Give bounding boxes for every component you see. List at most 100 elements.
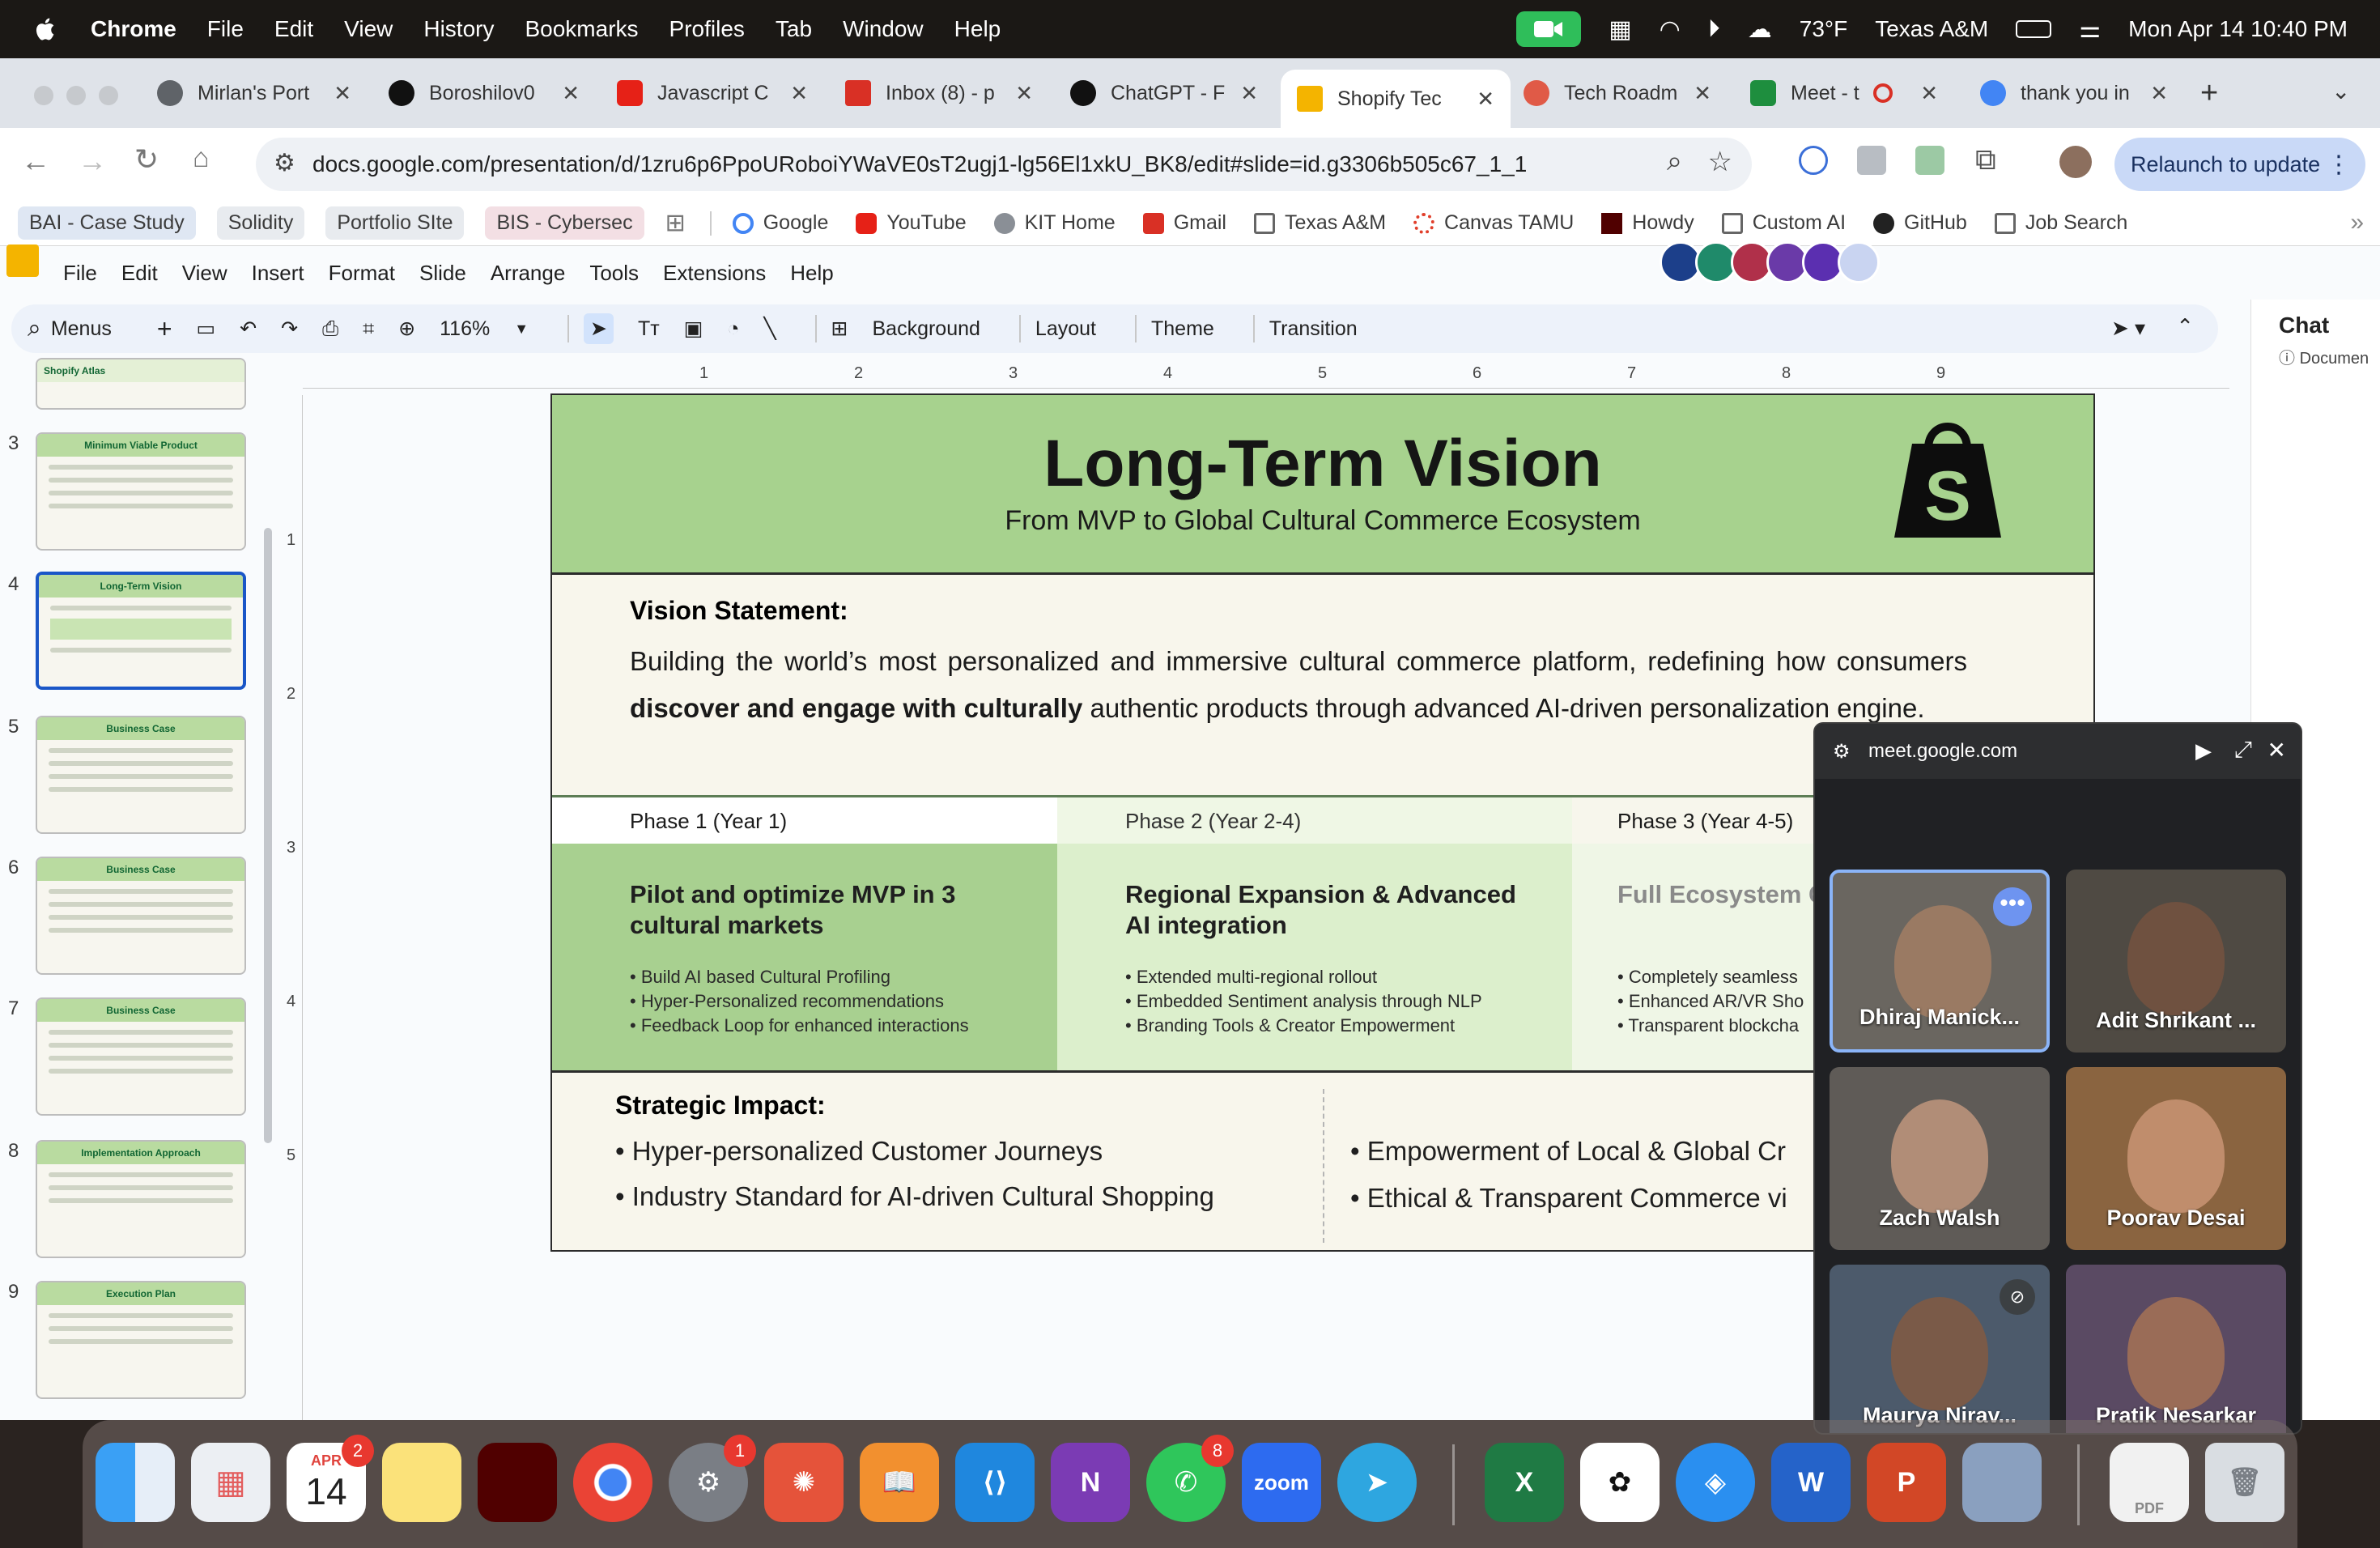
zoom-icon[interactable]: ⊕ [398, 317, 415, 341]
close-tab-icon[interactable]: ✕ [2150, 81, 2168, 106]
bookmark-folder-custom-ai[interactable]: Custom AI [1721, 211, 1846, 235]
slide-thumbnail[interactable]: Business Case [36, 716, 246, 834]
line-icon[interactable]: ╲ [763, 317, 776, 341]
chrome-icon[interactable] [573, 1443, 652, 1522]
slide-title[interactable]: Long-Term Vision [552, 426, 2093, 502]
meet-picture-in-picture[interactable]: ⚙ meet.google.com ▶ ⤢ ✕ ••• Dhiraj Manic… [1813, 722, 2302, 1435]
tab-youtube[interactable]: Javascript C ✕ [617, 70, 808, 117]
pdf-document-icon[interactable]: PDF [2110, 1443, 2189, 1522]
close-pip-icon[interactable]: ✕ [2267, 737, 2286, 763]
bookmark-star-icon[interactable]: ☆ [1708, 146, 1732, 178]
tab-chatgpt[interactable]: ChatGPT - F ✕ [1070, 70, 1258, 117]
menu-file[interactable]: File [207, 16, 244, 42]
trash-icon[interactable]: 🗑 [2205, 1443, 2284, 1522]
phase-1-label[interactable]: Phase 1 (Year 1) [630, 809, 787, 834]
tab-google-search[interactable]: thank you in ✕ [1980, 70, 2168, 117]
tab-search-chevron-icon[interactable]: ⌄ [2331, 78, 2350, 104]
bookmark-folder-job-search[interactable]: Job Search [1994, 211, 2127, 235]
bookmark-howdy[interactable]: Howdy [1601, 211, 1694, 235]
profile-avatar[interactable] [2059, 146, 2092, 178]
participant-tile[interactable]: Adit Shrikant ... [2066, 870, 2286, 1053]
url-text[interactable]: docs.google.com/presentation/d/1zru6p6Pp… [312, 151, 1527, 177]
camera-icon[interactable]: ▶ [2195, 738, 2212, 763]
slides-menu-extensions[interactable]: Extensions [663, 261, 766, 286]
insert-image-icon[interactable]: ▣ [684, 317, 703, 341]
transition-button[interactable]: Transition [1269, 317, 1358, 341]
vscode-icon[interactable]: ⟨⟩ [955, 1443, 1035, 1522]
menu-history[interactable]: History [423, 16, 494, 42]
slide-subtitle[interactable]: From MVP to Global Cultural Commerce Eco… [552, 505, 2093, 537]
new-tab-icon[interactable]: + [2200, 76, 2218, 111]
address-bar[interactable]: ⚙ docs.google.com/presentation/d/1zru6p6… [256, 138, 1752, 191]
grid-layout-icon[interactable]: ▦ [1609, 15, 1631, 44]
forward-icon[interactable]: → [78, 144, 107, 178]
shopify-bag-icon[interactable]: S [1888, 408, 2008, 544]
slides-menu-format[interactable]: Format [329, 261, 395, 286]
close-window-button[interactable] [34, 86, 53, 105]
location-label[interactable]: Texas A&M [1875, 16, 1988, 42]
minimize-window-button[interactable] [66, 86, 86, 105]
bookmark-solidity[interactable]: Solidity [216, 206, 305, 240]
bookmark-youtube[interactable]: YouTube [856, 211, 967, 235]
phase-1-column[interactable]: Pilot and optimize MVP in 3 cultural mar… [552, 844, 1057, 1070]
zoom-lens-icon[interactable]: ⌕ [1667, 146, 1682, 177]
shape-icon[interactable]: ◔ [727, 317, 739, 341]
bookmark-github[interactable]: GitHub [1873, 211, 1967, 235]
close-tab-icon[interactable]: ✕ [1015, 81, 1033, 106]
extensions-puzzle-icon[interactable]: ⧉ [1975, 142, 1996, 177]
reload-icon[interactable]: ↻ [134, 142, 159, 176]
slide-thumbnail[interactable]: Execution Plan [36, 1281, 246, 1399]
apple-icon[interactable] [32, 15, 60, 43]
relaunch-update-button[interactable]: Relaunch to update ⋮ [2114, 138, 2365, 191]
slides-menu-edit[interactable]: Edit [121, 261, 158, 286]
close-tab-icon[interactable]: ✕ [1694, 81, 1711, 106]
menu-help[interactable]: Help [954, 16, 1001, 42]
participant-tile[interactable]: Poorav Desai [2066, 1067, 2286, 1250]
wifi-icon[interactable]: ◠ [1660, 15, 1681, 44]
books-icon[interactable]: 📖 [860, 1443, 939, 1522]
bookmark-bis-cybersec[interactable]: BIS - Cybersec [485, 206, 644, 240]
zoom-dropdown-icon[interactable]: ▼ [514, 321, 529, 338]
menu-app-name[interactable]: Chrome [91, 16, 176, 42]
bookmark-bai-case-study[interactable]: BAI - Case Study [18, 206, 196, 240]
avatar[interactable] [1838, 241, 1880, 283]
menu-window[interactable]: Window [843, 16, 924, 42]
camera-in-use-icon[interactable] [1516, 11, 1582, 47]
phase-3-label[interactable]: Phase 3 (Year 4-5) [1617, 809, 1793, 834]
select-cursor-icon[interactable]: ➤ [584, 313, 614, 344]
more-options-icon[interactable]: ••• [1993, 887, 2032, 926]
slide-thumbnail[interactable]: Shopify Atlas [36, 358, 246, 410]
site-controls-icon[interactable]: ⚙ [1833, 740, 1851, 763]
menu-bookmarks[interactable]: Bookmarks [525, 16, 638, 42]
slides-menu-view[interactable]: View [182, 261, 227, 286]
zoom-level[interactable]: 116% [440, 317, 490, 341]
slide-thumbnail-selected[interactable]: Long-Term Vision [36, 572, 246, 690]
site-settings-icon[interactable]: ⚙ [274, 149, 295, 177]
calendar-icon[interactable]: APR 14 2 [287, 1435, 374, 1522]
chatgpt-app-icon[interactable]: ✿ [1580, 1443, 1660, 1522]
bookmark-canvas[interactable]: Canvas TAMU [1413, 211, 1574, 235]
texas-am-icon[interactable] [478, 1443, 557, 1522]
vision-statement[interactable]: Building the world’s most personalized a… [630, 638, 1967, 732]
finder-icon[interactable] [96, 1443, 175, 1522]
theme-button[interactable]: Theme [1151, 317, 1214, 341]
new-slide-icon[interactable]: + [157, 314, 172, 344]
zoom-icon[interactable]: zoom [1242, 1443, 1321, 1522]
battery-icon[interactable] [2016, 20, 2052, 38]
slide-thumbnail[interactable]: Minimum Viable Product [36, 432, 246, 551]
back-to-tab-icon[interactable]: ⤢ [2234, 737, 2252, 763]
menu-edit[interactable]: Edit [274, 16, 313, 42]
slide-thumbnail[interactable]: Business Case [36, 997, 246, 1116]
background-button[interactable]: Background [872, 317, 980, 341]
text-box-icon[interactable]: Tт [638, 317, 660, 341]
clock[interactable]: Mon Apr 14 10:40 PM [2128, 16, 2348, 42]
menu-tab[interactable]: Tab [776, 16, 812, 42]
word-icon[interactable]: W [1771, 1443, 1851, 1522]
notes-icon[interactable] [382, 1443, 461, 1522]
extension-icon[interactable] [1857, 146, 1886, 175]
undo-icon[interactable]: ↶ [240, 317, 257, 341]
close-tab-icon[interactable]: ✕ [1920, 81, 1938, 106]
zoom-window-button[interactable] [99, 86, 118, 105]
close-tab-icon[interactable]: ✕ [562, 81, 580, 106]
layout-button[interactable]: Layout [1035, 317, 1096, 341]
